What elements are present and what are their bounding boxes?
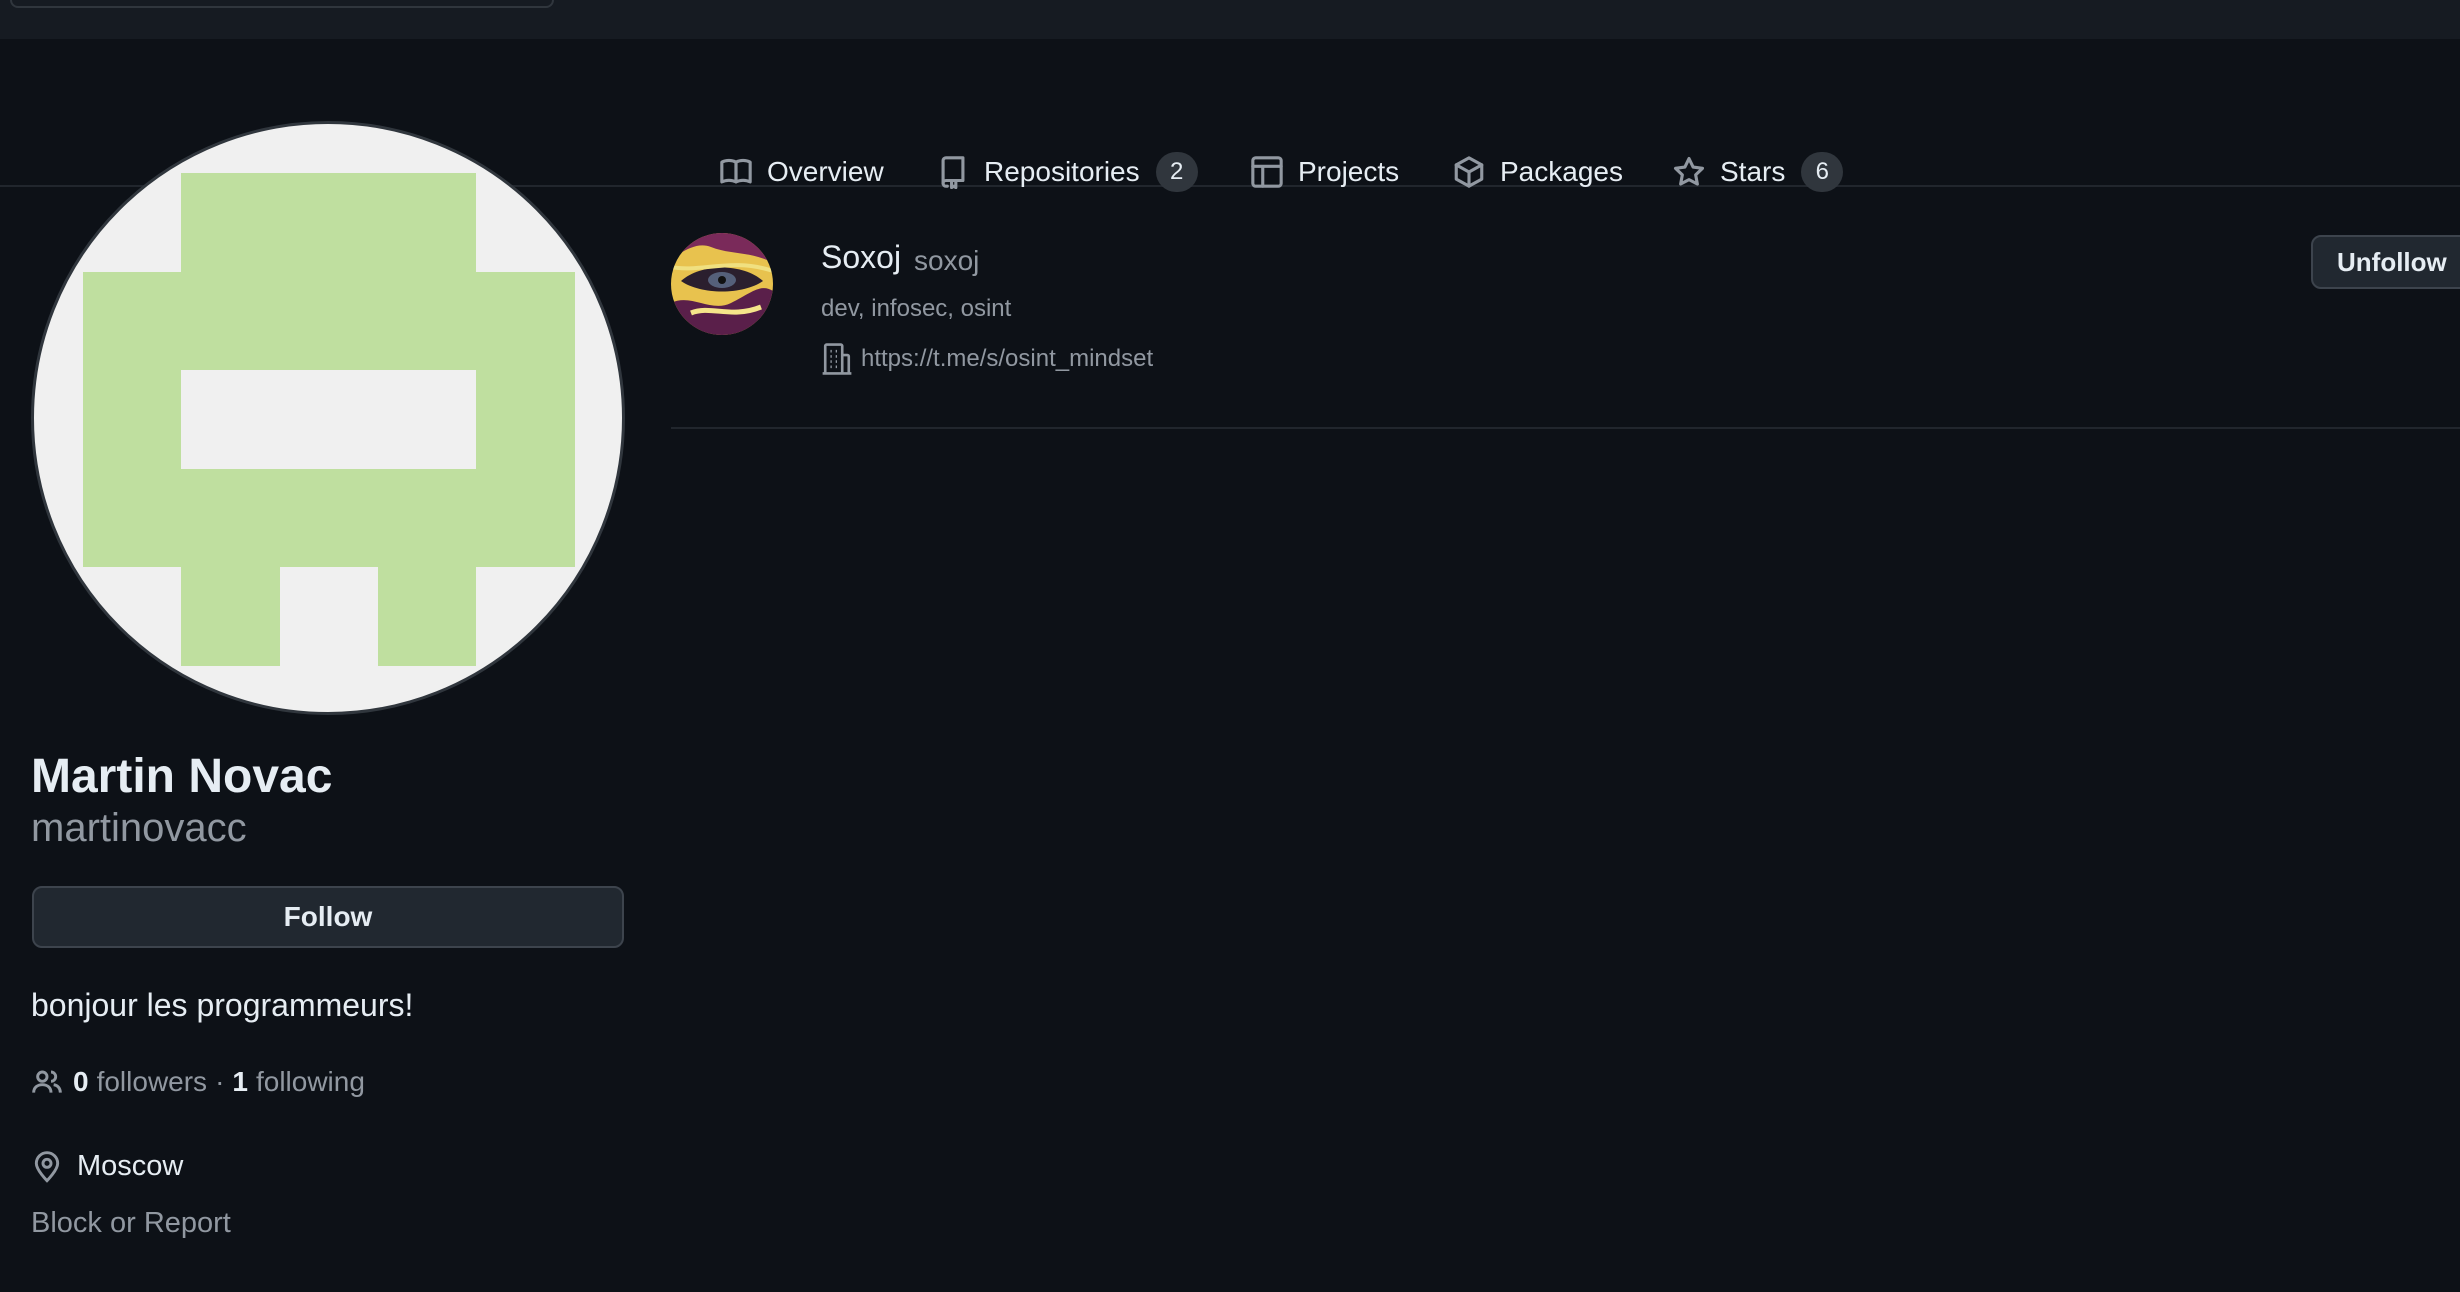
profile-avatar[interactable] <box>31 121 625 715</box>
profile-bio: bonjour les programmeurs! <box>31 987 414 1023</box>
following-count: 1 <box>232 1066 248 1097</box>
user-name[interactable]: Soxoj <box>821 239 901 276</box>
block-or-report-link[interactable]: Block or Report <box>31 1207 231 1240</box>
follow-button[interactable]: Follow <box>32 886 624 948</box>
repo-icon <box>941 156 965 189</box>
package-icon <box>1454 156 1484 188</box>
followers-link[interactable]: 0 followers <box>73 1066 207 1098</box>
following-link[interactable]: 1 following <box>232 1066 365 1098</box>
list-item: Soxoj soxoj dev, infosec, osint https://… <box>671 185 2460 429</box>
tab-overview-label: Overview <box>767 156 884 187</box>
tab-packages-label: Packages <box>1500 156 1623 187</box>
user-bio: dev, infosec, osint <box>821 295 1012 322</box>
star-icon <box>1673 156 1705 186</box>
book-icon <box>720 158 752 184</box>
organization-icon <box>822 343 852 375</box>
follow-separator: · <box>215 1066 225 1097</box>
table-icon <box>1251 156 1283 188</box>
profile-login: martinovacc <box>31 806 247 850</box>
followers-count: 0 <box>73 1066 89 1097</box>
user-login[interactable]: soxoj <box>914 245 979 277</box>
search-input[interactable] <box>10 0 554 8</box>
identicon-image <box>83 173 575 666</box>
user-avatar[interactable] <box>671 233 773 335</box>
avatar-image <box>671 233 773 335</box>
profile-location: Moscow <box>31 1148 183 1184</box>
followers-label: followers <box>96 1066 208 1097</box>
user-company-text: https://t.me/s/osint_mindset <box>861 345 1154 372</box>
top-header <box>0 0 2460 39</box>
unfollow-button[interactable]: Unfollow <box>2311 235 2460 289</box>
tab-projects-label: Projects <box>1298 156 1400 187</box>
people-icon <box>32 1070 62 1093</box>
profile-name: Martin Novac <box>31 750 333 803</box>
location-text: Moscow <box>77 1149 184 1182</box>
follow-stats: 0 followers · 1 following <box>31 1066 365 1098</box>
user-company: https://t.me/s/osint_mindset <box>821 342 1153 376</box>
tab-stars-label: Stars <box>1720 156 1786 187</box>
following-label: following <box>255 1066 365 1097</box>
location-pin-icon <box>34 1151 60 1183</box>
tab-repositories-label: Repositories <box>984 156 1140 187</box>
